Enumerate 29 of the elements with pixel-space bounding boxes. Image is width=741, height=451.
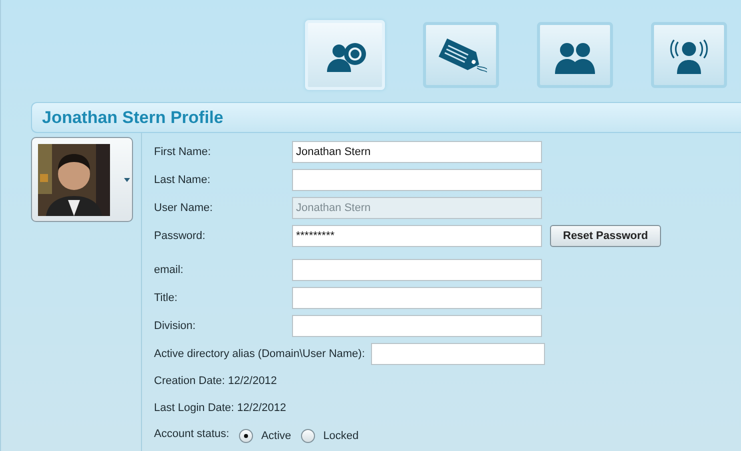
radio-button[interactable] bbox=[239, 429, 254, 443]
input-field[interactable] bbox=[292, 315, 542, 337]
field-label: Account status: bbox=[154, 427, 230, 442]
password-field[interactable]: ********* bbox=[292, 225, 542, 247]
radio-label: Locked bbox=[323, 428, 359, 444]
field-label: Last Name: bbox=[154, 172, 212, 188]
field-label: Active directory alias (Domain\User Name): bbox=[154, 346, 365, 362]
info-text: Creation Date: 12/2/2012 bbox=[154, 374, 277, 390]
toolbar-button[interactable] bbox=[423, 22, 499, 88]
profile-title: Jonathan Stern Profile bbox=[42, 106, 224, 129]
toolbar-button[interactable] bbox=[537, 22, 613, 88]
field-label: Title: bbox=[154, 290, 178, 306]
caret-icon bbox=[124, 178, 130, 182]
field-label: First Name: bbox=[154, 144, 212, 160]
toolbar-button[interactable] bbox=[651, 22, 727, 88]
input-field[interactable]: Jonathan Stern bbox=[292, 141, 542, 163]
input-field[interactable] bbox=[292, 287, 542, 309]
field-label: Division: bbox=[154, 318, 197, 334]
radio-button[interactable] bbox=[301, 429, 316, 443]
field-label: User Name: bbox=[154, 200, 214, 216]
input-field[interactable] bbox=[370, 343, 545, 365]
reset-password-button[interactable]: Reset Password bbox=[550, 225, 661, 247]
field-label: email: bbox=[154, 262, 184, 278]
input-field[interactable] bbox=[292, 259, 542, 281]
field-label: Password: bbox=[154, 228, 206, 244]
avatar-button[interactable] bbox=[31, 137, 133, 222]
input-field[interactable] bbox=[292, 169, 542, 191]
info-text: Last Login Date: 12/2/2012 bbox=[154, 401, 286, 416]
radio-label: Active bbox=[261, 428, 292, 444]
